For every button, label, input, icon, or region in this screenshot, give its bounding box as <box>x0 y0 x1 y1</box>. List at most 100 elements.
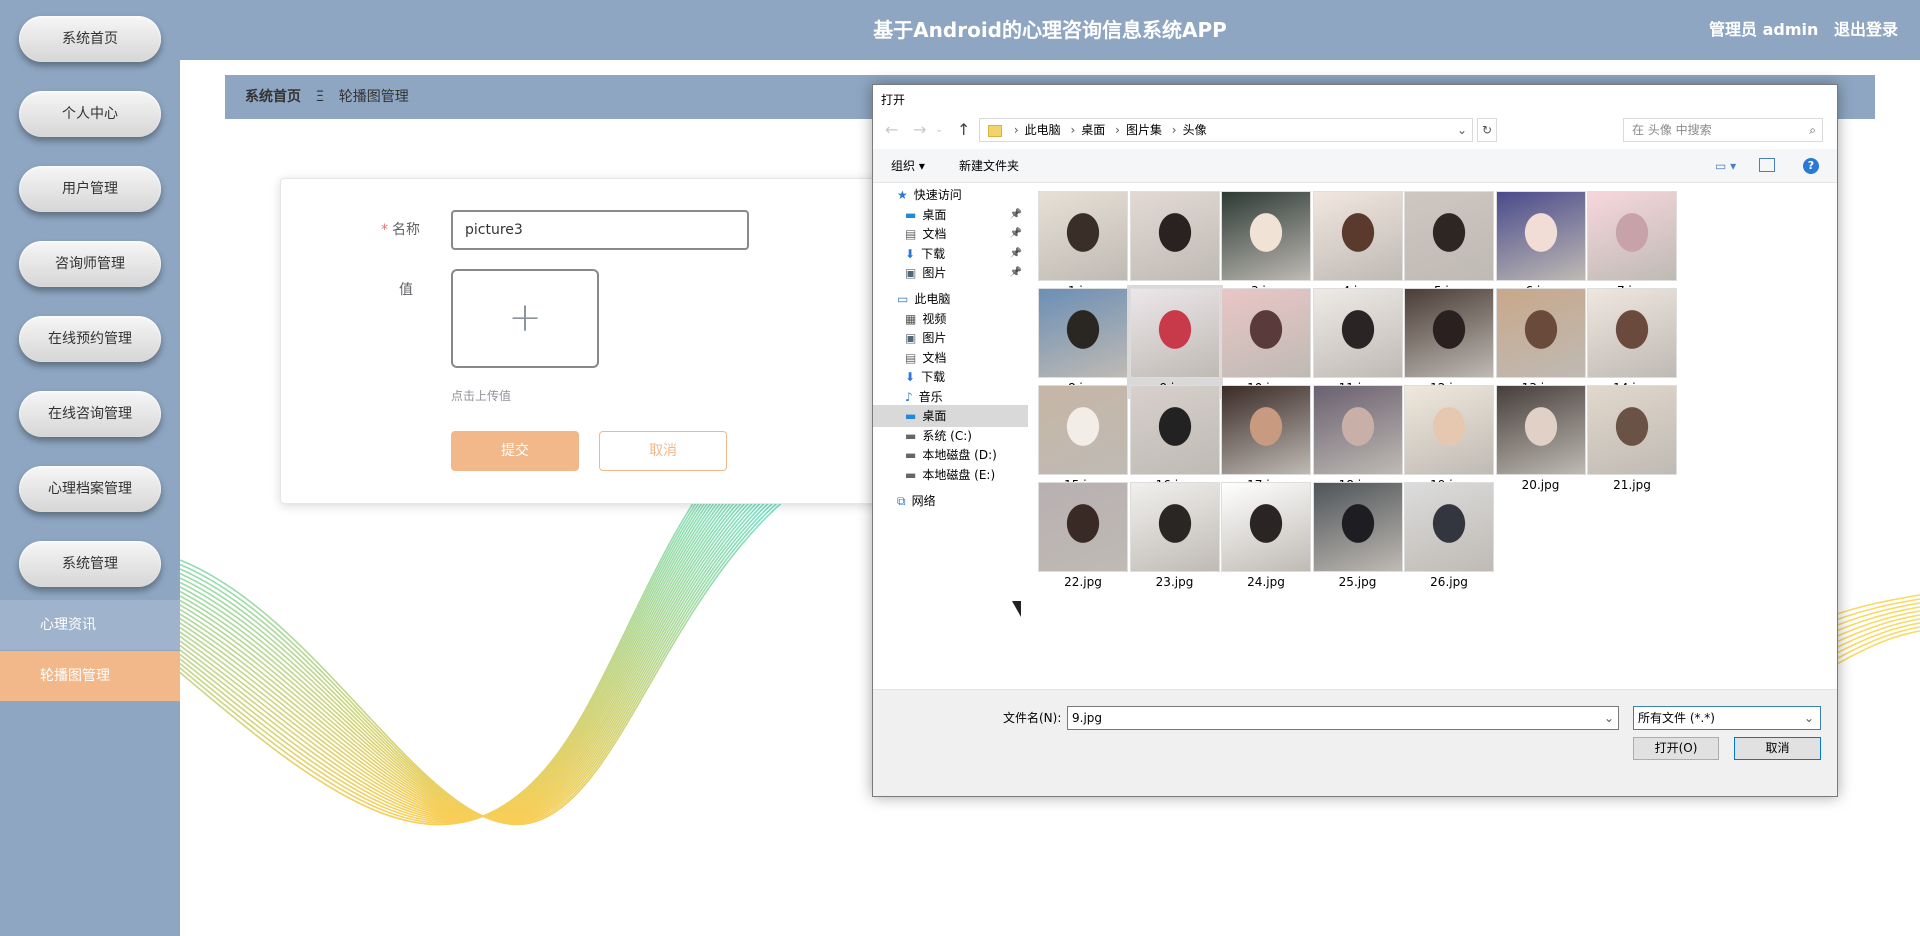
top-bar: 基于Android的心理咨询信息系统APP 管理员 admin 退出登录 <box>0 0 1920 60</box>
file-name: 22.jpg <box>1064 575 1102 589</box>
file-tile[interactable]: 25.jpg <box>1310 479 1406 593</box>
pin-icon: 📌 <box>1009 267 1022 278</box>
file-tile[interactable]: 22.jpg <box>1035 479 1131 593</box>
nav-item-label: 文档 <box>922 227 947 241</box>
value-label: 值 <box>399 282 413 298</box>
file-tile[interactable]: 21.jpg <box>1584 382 1680 496</box>
upload-box[interactable]: + <box>451 269 599 368</box>
nav-item-label: 本地磁盘 (E:) <box>922 467 996 482</box>
file-name: 23.jpg <box>1155 575 1194 589</box>
view-options-icon[interactable]: ▭ ▾ <box>1715 149 1736 183</box>
nav-item-label: 音乐 <box>918 389 943 404</box>
dialog-title: 打开 <box>881 93 906 107</box>
desktop-icon: ▬ <box>905 207 917 222</box>
document-icon: ▤ <box>905 227 917 241</box>
image-thumbnail <box>1587 288 1677 378</box>
filename-input[interactable]: 9.jpg ⌄ <box>1067 706 1619 730</box>
nav-item[interactable]: ▣ 图片 📌 <box>873 262 1028 284</box>
address-bar[interactable]: › 此电脑 › 桌面 › 图片集 › 头像 ⌄ <box>979 118 1473 142</box>
desktop-icon: ▬ <box>905 409 917 423</box>
dialog-cancel-button[interactable]: 取消 <box>1734 737 1821 760</box>
nav-item-label: 文档 <box>922 350 947 365</box>
file-tile[interactable]: 23.jpg <box>1127 479 1223 593</box>
path-pictures[interactable]: 图片集 <box>1126 123 1162 137</box>
navigation-pane: ★ 快速访问 ▬ 桌面 📌 ▤ 文档 📌 ⬇ 下载 📌 ▣ 图片 📌 ▭ 此电脑 ▦ 视频 ▣ 图片 ▤ 文档 ⬇ 下载 ♪ 音乐… <box>873 184 1028 689</box>
file-tile[interactable]: 26.jpg <box>1401 479 1497 593</box>
image-thumbnail <box>1129 288 1220 378</box>
image-thumbnail <box>1312 191 1403 281</box>
chevron-down-icon[interactable]: ⌄ <box>1457 119 1467 141</box>
submit-button[interactable]: 提交 <box>451 431 579 471</box>
recent-locations-icon[interactable]: ⌄ <box>935 120 943 140</box>
nav-item-label: 系统 (C:) <box>922 428 972 443</box>
pictures-icon: ▣ <box>905 266 917 280</box>
name-input[interactable]: picture3 <box>451 210 749 250</box>
file-name: 21.jpg <box>1613 478 1651 492</box>
cancel-button[interactable]: 取消 <box>599 431 727 471</box>
drive-icon: ▬ <box>905 428 917 443</box>
submenu-psych-news[interactable]: 心理资讯 <box>0 600 180 650</box>
back-arrow-icon[interactable]: ← <box>885 120 898 140</box>
nav-item-label: 下载 <box>921 370 946 384</box>
star-icon: ★ <box>897 188 908 202</box>
refresh-icon[interactable]: ↻ <box>1477 118 1497 142</box>
document-icon: ▤ <box>905 350 917 365</box>
forward-arrow-icon[interactable]: → <box>913 120 926 140</box>
file-tile[interactable]: 20.jpg <box>1493 382 1589 496</box>
preview-pane-icon[interactable] <box>1759 158 1775 172</box>
mouse-cursor-icon <box>1012 601 1021 617</box>
image-thumbnail <box>1038 288 1128 378</box>
help-icon[interactable]: ? <box>1803 158 1819 174</box>
computer-icon: ▭ <box>897 292 909 306</box>
menu-counselor-management[interactable]: 咨询师管理 <box>19 241 161 287</box>
new-folder-button[interactable]: 新建文件夹 <box>959 149 1019 183</box>
menu-personal-center[interactable]: 个人中心 <box>19 91 161 137</box>
plus-icon: + <box>508 295 542 341</box>
app-title: 基于Android的心理咨询信息系统APP <box>873 18 1227 42</box>
submenu-carousel-management[interactable]: 轮播图管理 <box>0 651 180 701</box>
path-this-pc[interactable]: 此电脑 <box>1025 123 1061 137</box>
menu-user-management[interactable]: 用户管理 <box>19 166 161 212</box>
menu-archive-management[interactable]: 心理档案管理 <box>19 466 161 512</box>
nav-item[interactable]: ⧉ 网络 <box>873 490 1028 512</box>
upload-hint: 点击上传值 <box>451 389 512 403</box>
menu-consultation-management[interactable]: 在线咨询管理 <box>19 391 161 437</box>
nav-item-label: 桌面 <box>922 409 947 423</box>
path-desktop[interactable]: 桌面 <box>1081 123 1105 137</box>
file-name: 26.jpg <box>1430 575 1468 589</box>
file-tile[interactable]: 24.jpg <box>1218 479 1314 593</box>
address-row: ← → ⌄ ↑ › 此电脑 › 桌面 › 图片集 › 头像 ⌄ ↻ 在 头像 中搜索 ⌕ <box>873 118 1837 144</box>
dialog-toolbar: 组织 ▾ 新建文件夹 ▭ ▾ ? <box>873 149 1837 183</box>
up-arrow-icon[interactable]: ↑ <box>957 120 970 140</box>
file-type-select[interactable]: 所有文件 (*.*) ⌄ <box>1633 706 1821 730</box>
chevron-down-icon[interactable]: ⌄ <box>1604 707 1614 729</box>
nav-item-label: 视频 <box>922 311 947 326</box>
user-area: 管理员 admin 退出登录 <box>1699 0 1898 60</box>
pictures-icon: ▣ <box>905 331 917 345</box>
organize-button[interactable]: 组织 ▾ <box>891 149 925 183</box>
breadcrumb-current: 轮播图管理 <box>338 89 409 105</box>
file-name: 24.jpg <box>1247 575 1285 589</box>
image-thumbnail <box>1221 288 1311 378</box>
nav-item[interactable]: ▬ 本地磁盘 (E:) <box>873 464 1028 486</box>
logout-link[interactable]: 退出登录 <box>1834 20 1898 39</box>
menu-system-management[interactable]: 系统管理 <box>19 541 161 587</box>
image-thumbnail <box>1312 385 1403 475</box>
breadcrumb-home[interactable]: 系统首页 <box>245 89 301 105</box>
image-thumbnail <box>1221 482 1311 572</box>
open-button[interactable]: 打开(O) <box>1633 737 1719 760</box>
nav-item-label: 图片 <box>922 331 947 345</box>
file-name: 20.jpg <box>1521 478 1560 492</box>
menu-appointment-management[interactable]: 在线预约管理 <box>19 316 161 362</box>
image-thumbnail <box>1587 385 1677 475</box>
path-avatar[interactable]: 头像 <box>1183 123 1207 137</box>
nav-item-label: 下载 <box>921 246 946 261</box>
menu-home[interactable]: 系统首页 <box>19 16 161 62</box>
folder-icon <box>988 124 1002 137</box>
image-thumbnail <box>1312 482 1403 572</box>
search-input[interactable]: 在 头像 中搜索 ⌕ <box>1623 118 1823 142</box>
music-icon: ♪ <box>905 389 913 404</box>
image-thumbnail <box>1038 385 1128 475</box>
drive-icon: ▬ <box>905 467 917 482</box>
filename-label: 文件名(N): <box>1003 711 1062 725</box>
